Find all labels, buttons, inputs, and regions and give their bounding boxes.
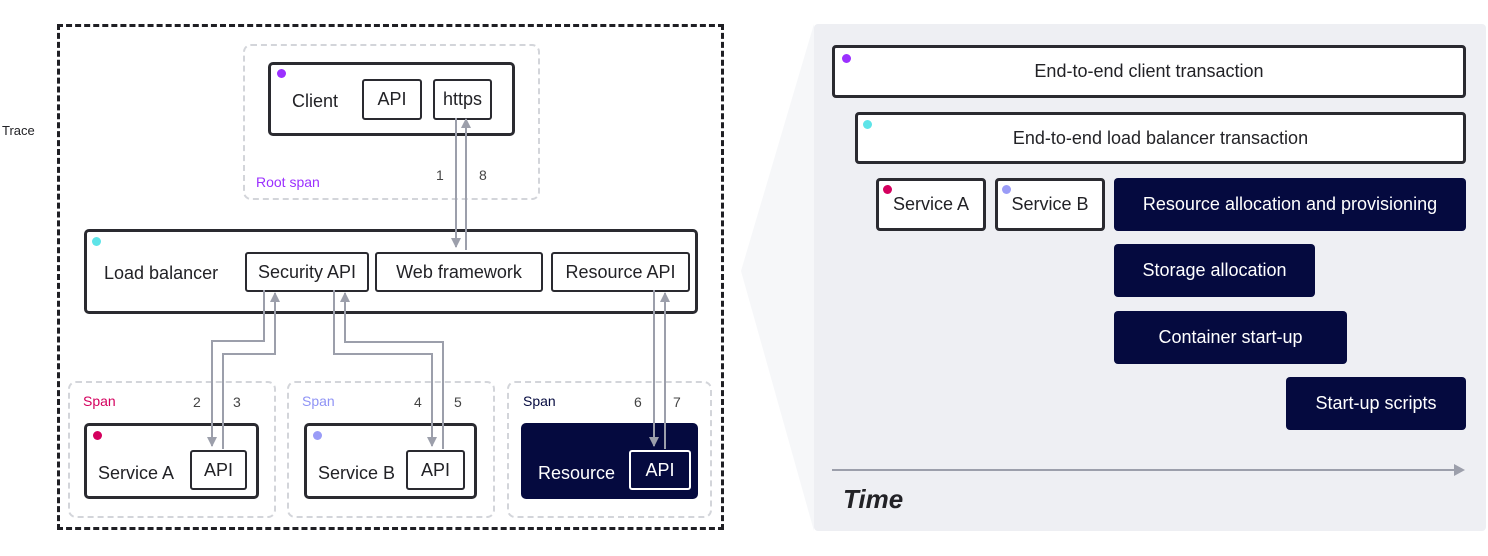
time-axis	[832, 464, 1465, 476]
time-axis-label: Time	[843, 484, 904, 514]
time-axis-arrow-icon	[1454, 464, 1465, 476]
